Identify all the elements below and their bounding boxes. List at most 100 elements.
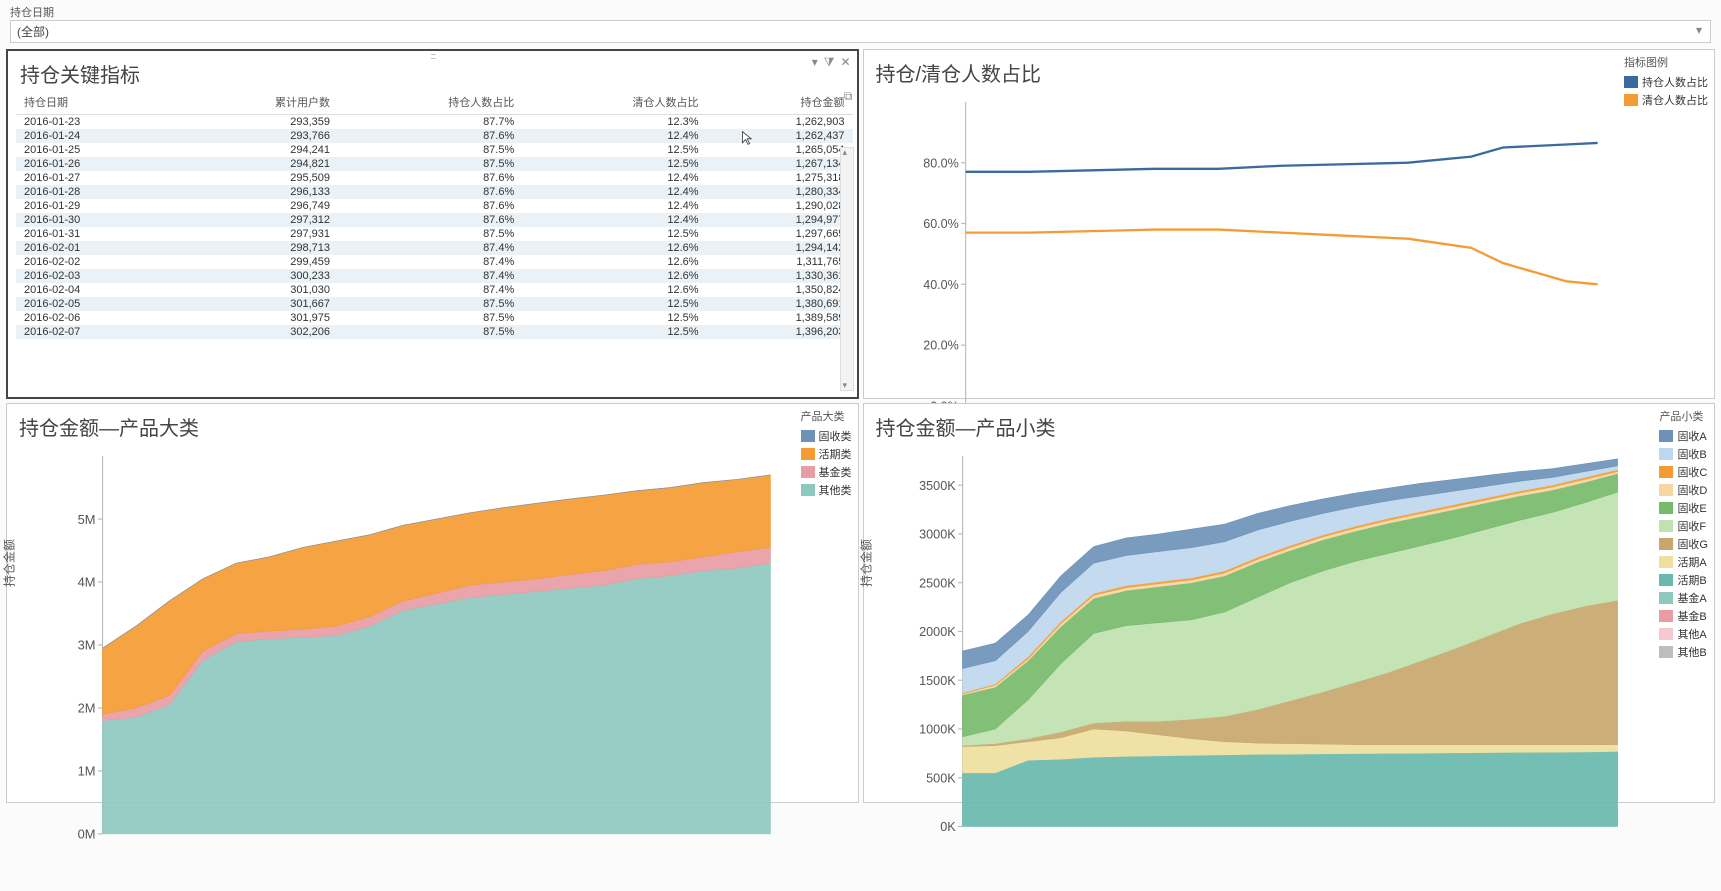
table-scrollbar[interactable]	[840, 147, 854, 391]
keep-only-icon[interactable]: ▾	[812, 55, 818, 70]
legend-item[interactable]: 固收类	[801, 428, 852, 444]
table-cell: 2016-01-23	[16, 115, 178, 130]
table-row[interactable]: 2016-01-25294,24187.5%12.5%1,265,054	[16, 143, 853, 157]
area-chart-sub[interactable]: 0K500K1000K1500K2000K2500K3000K3500K	[912, 449, 1625, 843]
table-row[interactable]: 2016-01-31297,93187.5%12.5%1,297,665	[16, 227, 853, 241]
legend-item[interactable]: 其他A	[1659, 626, 1708, 642]
legend-item[interactable]: 固收C	[1659, 464, 1708, 480]
legend-item[interactable]: 基金A	[1659, 590, 1708, 606]
legend-item[interactable]: 其他B	[1659, 644, 1708, 660]
table-cell: 2016-02-01	[16, 241, 178, 255]
cursor-icon	[740, 130, 756, 146]
legend-label: 固收C	[1677, 464, 1707, 480]
svg-text:60.0%: 60.0%	[923, 217, 959, 231]
legend-item[interactable]: 活期A	[1659, 554, 1708, 570]
date-filter-select[interactable]: (全部)	[10, 20, 1711, 43]
table-row[interactable]: 2016-02-01298,71387.4%12.6%1,294,142	[16, 241, 853, 255]
svg-text:0M: 0M	[78, 827, 96, 842]
table-row[interactable]: 2016-02-02299,45987.4%12.6%1,311,765	[16, 255, 853, 269]
legend-item[interactable]: 固收E	[1659, 500, 1708, 516]
legend-swatch	[1659, 448, 1673, 460]
table-row[interactable]: 2016-02-05301,66787.5%12.5%1,380,691	[16, 297, 853, 311]
table-cell: 297,312	[178, 213, 338, 227]
table-row[interactable]: 2016-01-23293,35987.7%12.3%1,262,903	[16, 115, 853, 130]
legend-item[interactable]: 固收F	[1659, 518, 1708, 534]
legend-label: 持仓人数占比	[1642, 74, 1708, 90]
close-icon[interactable]: ✕	[840, 55, 850, 70]
legend-item[interactable]: 持仓人数占比	[1624, 74, 1708, 90]
table-cell: 2016-02-05	[16, 297, 178, 311]
table-header[interactable]: 清仓人数占比	[522, 92, 706, 115]
area-chart-big[interactable]: 0M1M2M3M4M5M	[51, 449, 778, 850]
table-cell: 294,821	[178, 157, 338, 171]
table-cell: 1,294,977	[707, 213, 853, 227]
legend-swatch	[1624, 76, 1638, 88]
legend-item[interactable]: 固收B	[1659, 446, 1708, 462]
svg-text:3500K: 3500K	[919, 479, 956, 493]
panel-key-indicators: :::::::: ▾ ⧩ ✕ ⧉ 持仓关键指标 持仓日期累计用户数持仓人数占比清…	[6, 49, 859, 399]
table-cell: 12.4%	[522, 171, 706, 185]
table-row[interactable]: 2016-02-06301,97587.5%12.5%1,389,589	[16, 311, 853, 325]
legend-item[interactable]: 基金类	[801, 464, 852, 480]
svg-text:5M: 5M	[78, 512, 96, 527]
table-header[interactable]: 持仓日期	[16, 92, 178, 115]
legend-label: 固收F	[1677, 518, 1706, 534]
table-header[interactable]: 累计用户数	[178, 92, 338, 115]
table-header[interactable]: 持仓金额	[707, 92, 853, 115]
panel-ratio-chart: 持仓/清仓人数占比 指标图例 持仓人数占比清仓人数占比 0.0%20.0%40.…	[863, 49, 1716, 399]
table-row[interactable]: 2016-02-04301,03087.4%12.6%1,350,824	[16, 283, 853, 297]
table-cell: 87.6%	[338, 171, 522, 185]
legend-swatch	[1659, 556, 1673, 568]
legend-item[interactable]: 清仓人数占比	[1624, 92, 1708, 108]
table-cell: 2016-02-06	[16, 311, 178, 325]
filter-icon[interactable]: ⧩	[824, 55, 835, 70]
legend-item[interactable]: 其他类	[801, 482, 852, 498]
legend-label: 固收B	[1677, 446, 1706, 462]
legend-label: 固收A	[1677, 428, 1706, 444]
table-cell: 12.6%	[522, 255, 706, 269]
key-indicators-table: 持仓日期累计用户数持仓人数占比清仓人数占比持仓金额 2016-01-23293,…	[16, 92, 853, 339]
panel-title: 持仓金额—产品大类	[7, 404, 858, 445]
table-cell: 12.6%	[522, 241, 706, 255]
table-cell: 2016-01-28	[16, 185, 178, 199]
legend-item[interactable]: 活期B	[1659, 572, 1708, 588]
popout-icon[interactable]: ⧉	[844, 89, 853, 104]
legend-item[interactable]: 固收D	[1659, 482, 1708, 498]
legend-item[interactable]: 基金B	[1659, 608, 1708, 624]
ratio-line-chart[interactable]: 0.0%20.0%40.0%60.0%80.0%	[920, 95, 1605, 417]
table-cell: 300,233	[178, 269, 338, 283]
legend-swatch	[801, 466, 815, 478]
table-row[interactable]: 2016-01-29296,74987.6%12.4%1,290,028	[16, 199, 853, 213]
legend-label: 清仓人数占比	[1642, 92, 1708, 108]
table-cell: 2016-02-02	[16, 255, 178, 269]
panel-area-big: 持仓金额—产品大类 产品大类 固收类活期类基金类其他类 持仓金额 0M1M2M3…	[6, 403, 859, 803]
svg-text:2000K: 2000K	[919, 625, 956, 639]
legend-label: 固收G	[1677, 536, 1708, 552]
legend-label: 固收D	[1677, 482, 1707, 498]
legend-item[interactable]: 固收G	[1659, 536, 1708, 552]
table-row[interactable]: 2016-01-27295,50987.6%12.4%1,275,318	[16, 171, 853, 185]
table-cell: 2016-01-29	[16, 199, 178, 213]
table-row[interactable]: 2016-01-26294,82187.5%12.5%1,267,134	[16, 157, 853, 171]
table-cell: 2016-02-03	[16, 269, 178, 283]
legend-label: 基金类	[819, 464, 852, 480]
table-cell: 87.5%	[338, 311, 522, 325]
y-axis-label: 持仓金额	[857, 523, 874, 603]
svg-text:1500K: 1500K	[919, 674, 956, 688]
table-row[interactable]: 2016-01-24293,76687.6%12.4%1,262,437	[16, 129, 853, 143]
svg-text:2500K: 2500K	[919, 576, 956, 590]
ratio-legend: 指标图例 持仓人数占比清仓人数占比	[1624, 54, 1708, 110]
table-row[interactable]: 2016-01-30297,31287.6%12.4%1,294,977	[16, 213, 853, 227]
drag-handle-icon[interactable]: ::::::::	[430, 51, 434, 61]
legend-swatch	[801, 484, 815, 496]
table-row[interactable]: 2016-02-03300,23387.4%12.6%1,330,361	[16, 269, 853, 283]
legend-item[interactable]: 固收A	[1659, 428, 1708, 444]
table-header[interactable]: 持仓人数占比	[338, 92, 522, 115]
table-row[interactable]: 2016-02-07302,20687.5%12.5%1,396,203	[16, 325, 853, 339]
table-cell: 87.6%	[338, 185, 522, 199]
table-row[interactable]: 2016-01-28296,13387.6%12.4%1,280,334	[16, 185, 853, 199]
legend-swatch	[1659, 502, 1673, 514]
legend-item[interactable]: 活期类	[801, 446, 852, 462]
table-cell: 1,275,318	[707, 171, 853, 185]
table-cell: 1,297,665	[707, 227, 853, 241]
